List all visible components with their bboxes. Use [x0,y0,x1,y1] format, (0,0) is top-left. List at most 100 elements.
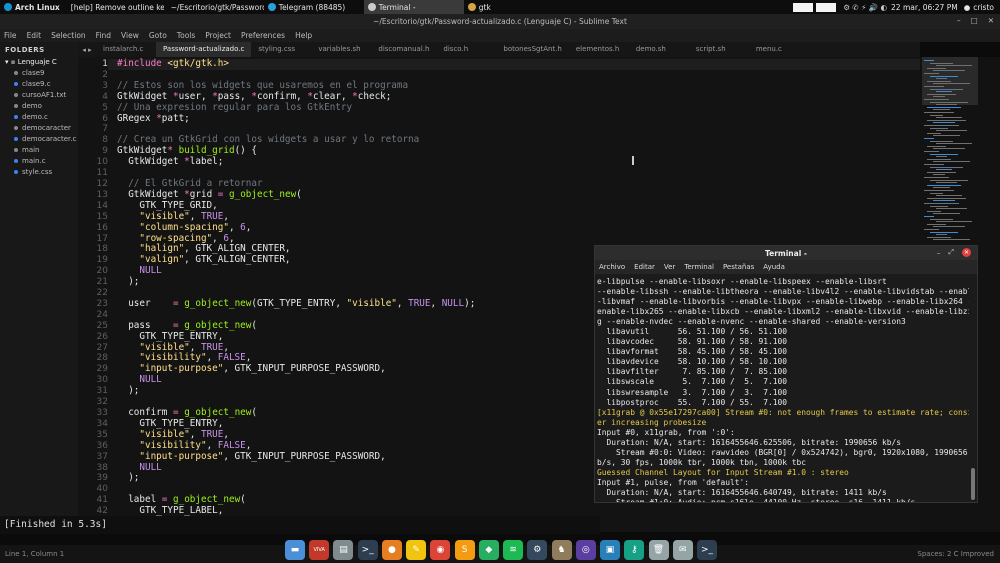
menu-edit[interactable]: Edit [27,31,42,40]
tab-disco-h[interactable]: disco.h [436,42,496,57]
terminal-menu-5[interactable]: Ayuda [763,263,785,271]
sidebar-file[interactable]: demo.c [0,112,78,123]
viva-icon[interactable]: VIVA [309,540,330,560]
keepass-icon[interactable]: ⚷ [624,540,645,560]
line-number: 5 [102,102,108,113]
minimize-icon[interactable]: – [937,249,941,257]
tab-script-sh[interactable]: script.sh [689,42,749,57]
sidebar-file[interactable]: clase9.c [0,79,78,90]
menu-selection[interactable]: Selection [51,31,86,40]
line-number: 4 [102,91,108,102]
clock[interactable]: 22 mar, 06:27 PM [891,3,958,12]
gimp-icon[interactable]: ♞ [551,540,572,560]
line-number: 25 [96,320,108,331]
taskbar-item[interactable]: [help] Remove outline keyb... [64,0,164,14]
user-name[interactable]: cristo [973,3,994,12]
code-text[interactable]: #include <gtk/gtk.h> // Estos son los wi… [117,58,475,517]
chrome-icon[interactable]: ◉ [430,540,451,560]
menu-goto[interactable]: Goto [149,31,167,40]
menu-file[interactable]: File [4,31,17,40]
maximize-icon[interactable]: ⤢ [948,248,954,257]
terminal-icon[interactable]: >_ [357,540,378,560]
file-icon [14,115,18,119]
tab-demo-sh[interactable]: demo.sh [629,42,689,57]
menu-preferences[interactable]: Preferences [241,31,285,40]
sidebar-file[interactable]: style.css [0,167,78,178]
tray-widget[interactable] [793,2,814,12]
terminal-line: b/s, 30 fps, 1000k tbr, 1000k tbn, 1000k… [597,457,807,467]
tab-menu-c[interactable]: menu.c [749,42,809,57]
sidebar-file[interactable]: clase9 [0,68,78,79]
minimap-line [930,205,948,207]
trash-icon[interactable]: 🗑 [648,540,669,560]
tab-discomanual-h[interactable]: discomanual.h [371,42,436,57]
terminal-title-bar[interactable]: Terminal - – ⤢ ✕ [595,246,977,260]
terminal-scrollbar[interactable] [971,468,975,500]
tray-widget[interactable] [816,2,837,12]
obs-icon[interactable]: ◎ [575,540,596,560]
terminal-menu-4[interactable]: Pestañas [723,263,754,271]
menu-find[interactable]: Find [96,31,111,40]
menu-help[interactable]: Help [295,31,312,40]
taskbar-item-label: [help] Remove outline keyb... [70,2,164,12]
taskbar-item[interactable]: Telegram (88485) [264,0,364,14]
folder-icon[interactable]: ▬ [285,540,305,560]
tab-arrows-icon[interactable]: ◂ ▸ [78,46,96,54]
tab-elementos-h[interactable]: elementos.h [569,42,629,57]
line-number: 41 [96,495,108,506]
sidebar-file[interactable]: democaracter.c [0,134,78,145]
maximize-icon[interactable]: □ [971,16,978,25]
taskbar-item[interactable]: ~/Escritorio/gtk/Password-... [164,0,264,14]
tray-icons[interactable]: ⚙ ✆ ⚡ 🔊 ◐ [843,3,887,12]
menu-view[interactable]: View [121,31,139,40]
status-syntax[interactable]: Spaces: 2 C Improved [917,550,994,558]
taskbar-item[interactable]: gtk [464,0,564,14]
terminal-menu-0[interactable]: Archivo [599,263,625,271]
menu-tools[interactable]: Tools [177,31,195,40]
close-icon[interactable]: ✕ [962,248,971,257]
sidebar-file[interactable]: demo [0,101,78,112]
terminal-menu-1[interactable]: Editar [634,263,655,271]
terminal-menu-3[interactable]: Terminal [684,263,714,271]
drive-icon[interactable]: ▤ [333,540,354,560]
close-icon[interactable]: ✕ [988,16,994,25]
notes-icon[interactable]: ✎ [406,540,427,560]
tab-variables-sh[interactable]: variables.sh [311,42,371,57]
sidebar-file-label: cursoAF1.txt [22,91,67,99]
line-number: 30 [96,375,108,386]
terminal-line: libpostproc 55. 7.100 / 55. 7.100 [597,397,788,407]
terminal-menu-2[interactable]: Ver [664,263,675,271]
minimize-icon[interactable]: – [957,16,961,25]
sidebar-file[interactable]: main.c [0,156,78,167]
minimap-line [933,83,970,85]
menu-project[interactable]: Project [205,31,231,40]
mail-icon[interactable]: ✉ [672,540,693,560]
pacman-icon[interactable]: ▣ [600,540,621,560]
sidebar: FOLDERS ▾ ▪ Lenguaje C clase9 clase9.c cur… [0,42,78,532]
minimap-line [936,182,957,184]
folder-lenguaje-c[interactable]: ▾ ▪ Lenguaje C [0,56,78,68]
vlc-icon[interactable]: ● [381,540,402,560]
sublime-icon[interactable]: S [454,540,475,560]
spotify-icon[interactable]: ≋ [503,540,524,560]
minimap-line [930,140,953,142]
minimap-line [927,223,946,225]
tab-styling-css[interactable]: styling.css [251,42,311,57]
tab-botonessgtant-h[interactable]: botonesSgtAnt.h [496,42,568,57]
manager-icon[interactable]: ◆ [478,540,499,560]
sidebar-file[interactable]: democaracter [0,123,78,134]
minimap-line [933,200,955,202]
terminal2-icon[interactable]: >_ [696,540,717,560]
sidebar-file[interactable]: main [0,145,78,156]
line-number: 31 [96,386,108,397]
sidebar-file[interactable]: cursoAF1.txt [0,90,78,101]
settings-icon[interactable]: ⚙ [527,540,548,560]
terminal-window[interactable]: Terminal - – ⤢ ✕ Archivo Editar Ver Termina… [594,245,978,503]
terminal-output[interactable]: e-libpulse --enable-libsoxr --enable-lib… [597,277,969,502]
tab-instalarch-c[interactable]: instalarch.c [96,42,156,57]
tab-password-actualizado-c[interactable]: Password-actualizado.c [156,42,252,57]
window-icon [367,3,376,11]
line-number: 23 [96,298,108,309]
taskbar-item[interactable]: Terminal - [363,0,464,14]
app-menu[interactable]: Arch Linux [0,0,64,14]
